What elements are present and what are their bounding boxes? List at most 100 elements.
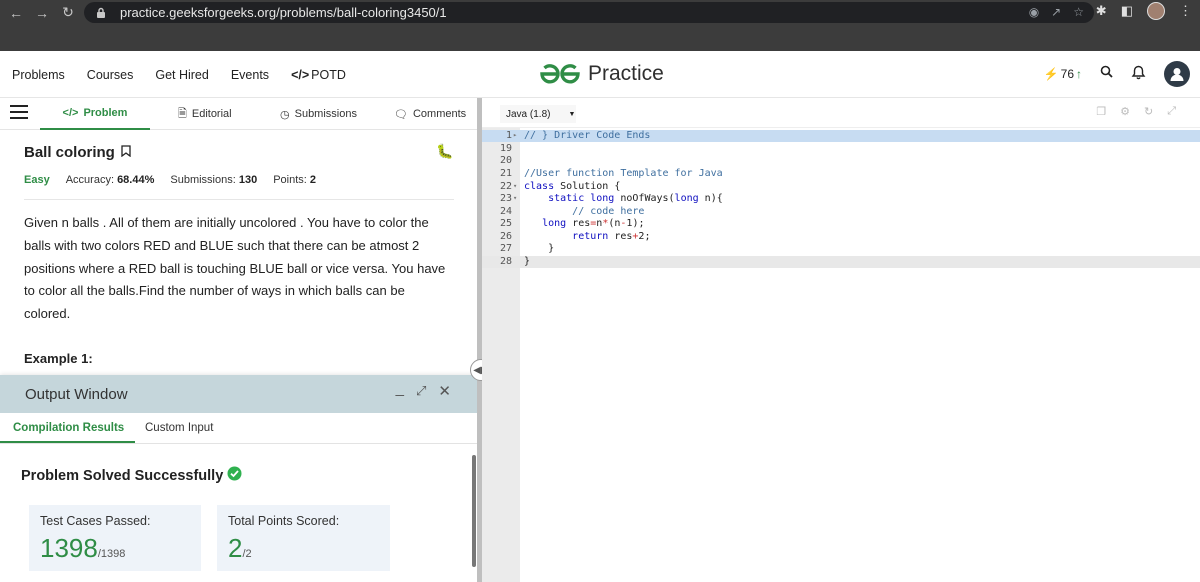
code-line[interactable]: 24 // code here [482,206,1200,219]
line-number: 23 [499,193,512,204]
language-select[interactable]: Java (1.8) ▼ [500,105,576,123]
code-line[interactable]: 19 [482,143,1200,156]
problem-tabs: </> Problem 🗎 Editorial ◷ Submissions 🗨 Comm… [0,98,477,130]
comment-icon: 🗨 [394,108,408,121]
gfg-logo[interactable]: Practice [538,61,664,87]
active-tab-indicator [0,441,135,443]
document-icon: 🗎 [178,107,187,120]
eye-off-icon[interactable]: ◉ [1029,5,1039,19]
logo-text: Practice [588,62,664,85]
tab-custom-input[interactable]: Custom Input [145,422,213,434]
problem-title: Ball coloring [24,144,131,161]
problem-description: Given n balls . All of them are initiall… [24,215,446,322]
nav-problems[interactable]: Problems [12,68,65,82]
points-value: 2/2 [228,533,252,563]
address-bar[interactable]: practice.geeksforgeeks.org/problems/ball… [84,2,1094,23]
code-line[interactable]: 21 //User function Template for Java [482,168,1200,181]
code-line[interactable]: 23 ▾ static long noOfWays(long n){ [482,193,1200,206]
points: Points: 2 [273,174,317,186]
code-text: // code here [572,205,645,217]
bookmark-icon[interactable] [121,144,131,161]
url-text: practice.geeksforgeeks.org/problems/ball… [120,5,447,20]
code-icon: </> [291,67,310,82]
code-text: // } Driver Code Ends [524,130,651,141]
copy-icon[interactable]: ❐ [1096,105,1106,118]
settings-icon[interactable]: ⚙ [1120,105,1130,118]
chevron-down-icon: ▼ [568,110,576,118]
accuracy: Accuracy: 68.44% [65,174,155,186]
nav-potd[interactable]: </> POTD [291,68,346,82]
forward-icon[interactable]: → [32,3,52,23]
line-number: 22 [499,180,512,192]
extensions-icon[interactable]: ✱ [1096,3,1107,19]
streak-counter[interactable]: ⚡ 76 ↑ [1044,67,1082,81]
test-cases-value: 1398/1398 [40,533,126,563]
more-menu-icon[interactable]: ⋮ [1179,3,1192,19]
test-cases-card: Test Cases Passed: 1398/1398 [29,505,201,571]
submissions-count: Submissions: 130 [170,174,258,186]
minimize-icon[interactable]: _ [396,380,404,397]
browser-strip [0,25,1200,51]
clock-icon: ◷ [280,108,290,121]
site-header: Problems Courses Get Hired Events </> POT… [0,51,1200,98]
code-line[interactable]: 22 ▾ class Solution { [482,181,1200,194]
problem-meta: Easy Accuracy: 68.44% Submissions: 130 P… [24,174,316,186]
code-text: } [524,256,531,267]
search-icon[interactable] [1100,65,1113,83]
code-line[interactable]: 25 long res=n*(n-1); [482,218,1200,231]
code-icon: </> [62,107,79,119]
share-icon[interactable]: ↗ [1051,5,1061,19]
points-card: Total Points Scored: 2/2 [217,505,390,571]
code-line[interactable]: 28} [482,256,1200,269]
line-number: 25 [499,218,512,229]
line-number: 19 [499,142,512,154]
profile-avatar[interactable] [1147,2,1165,20]
line-number: 20 [499,155,512,166]
nav-get-hired[interactable]: Get Hired [155,68,209,82]
difficulty-badge: Easy [24,174,50,186]
tab-compilation-results[interactable]: Compilation Results [13,422,124,434]
output-scrollbar[interactable] [472,455,476,567]
bell-icon[interactable] [1131,64,1146,85]
close-icon[interactable]: ✕ [438,382,451,400]
tab-submissions[interactable]: ◷ Submissions [280,98,357,130]
code-text: } [548,243,555,254]
fold-arrow-icon[interactable]: ▾ [513,182,517,190]
line-number: 24 [499,205,512,217]
code-line[interactable]: 26 return res+2; [482,231,1200,244]
test-cases-label: Test Cases Passed: [40,514,151,528]
fullscreen-icon[interactable]: ⤢ [1167,105,1176,118]
code-line[interactable]: 20 [482,155,1200,168]
output-tabs: Compilation Results Custom Input [0,413,477,444]
code-text: class Solution { [524,180,621,192]
divider [24,199,454,200]
line-number: 27 [499,243,512,254]
editor-toolbar: Java (1.8) ▼ ❐ ⚙ ↻ ⤢ [482,98,1200,128]
user-avatar[interactable] [1164,61,1190,87]
reload-icon[interactable]: ↻ [58,3,78,23]
check-circle-icon [227,466,242,485]
line-number: 21 [499,168,512,179]
star-icon[interactable]: ☆ [1073,5,1084,19]
tab-problem[interactable]: </> Problem [40,98,150,130]
lightning-icon: ⚡ [1043,67,1059,81]
fold-arrow-icon[interactable]: ▾ [513,194,517,202]
fold-arrow-icon[interactable]: ▸ [513,131,517,139]
back-icon[interactable]: ← [6,3,26,23]
nav-events[interactable]: Events [231,68,269,82]
reset-icon[interactable]: ↻ [1144,105,1153,118]
output-window: Output Window _ ⤢ ✕ Compilation Results … [0,375,477,582]
code-line[interactable]: 1 ▸ // } Driver Code Ends [482,130,1200,143]
expand-icon[interactable]: ⤢ [416,383,426,399]
browser-toolbar: ← → ↻ practice.geeksforgeeks.org/problem… [0,0,1200,25]
code-line[interactable]: 27 } [482,243,1200,256]
sidebar-icon[interactable]: ◧ [1121,3,1133,19]
tab-editorial[interactable]: 🗎 Editorial [178,98,232,130]
points-label: Total Points Scored: [228,514,340,528]
code-text: long res=n*(n-1); [542,218,645,229]
bug-report-icon[interactable]: 🐛 [436,143,453,160]
tab-comments[interactable]: 🗨 Comments [394,98,466,130]
result-status: Problem Solved Successfully [21,466,242,485]
nav-courses[interactable]: Courses [87,68,134,82]
menu-icon[interactable] [10,105,28,121]
